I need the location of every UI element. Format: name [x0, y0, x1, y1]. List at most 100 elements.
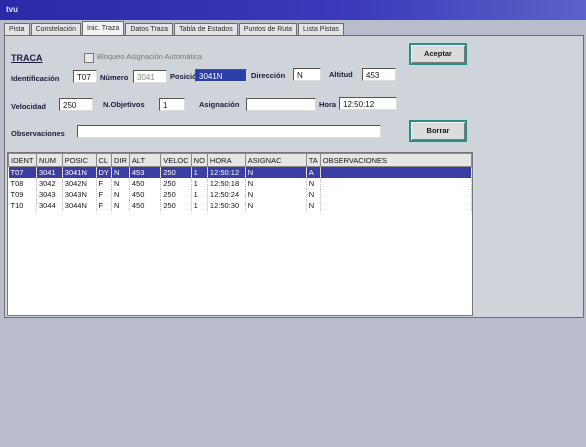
tab-pista[interactable]: Pista — [4, 23, 30, 35]
cell — [320, 200, 473, 211]
col-dir[interactable]: DIR — [110, 153, 130, 167]
col-no[interactable]: NO — [190, 153, 208, 167]
cell: 12:50:18 — [207, 178, 246, 189]
identificacion-label: Identificación — [11, 74, 60, 83]
cell — [320, 166, 473, 178]
table-row-selected[interactable]: T07 3041 3041N DY N 453 250 1 12:50:12 N… — [8, 166, 473, 178]
cell: N — [111, 189, 130, 200]
cell: 3042 — [36, 178, 63, 189]
cell: 1 — [191, 166, 208, 178]
velocidad-field[interactable]: 250 — [59, 98, 93, 111]
altitud-label: Altitud — [329, 70, 353, 79]
cell: A — [306, 166, 321, 178]
cell: 250 — [160, 189, 192, 200]
cell: N — [306, 200, 321, 211]
cell: T08 — [8, 178, 37, 189]
cell: 250 — [160, 166, 192, 178]
observaciones-label: Observaciones — [11, 129, 65, 138]
cell: T10 — [8, 200, 37, 211]
col-alt[interactable]: ALT — [128, 153, 162, 167]
cell: 453 — [129, 166, 162, 178]
cell: N — [245, 189, 307, 200]
cell: T09 — [8, 189, 37, 200]
col-num[interactable]: NUM — [35, 153, 63, 167]
cell: 12:50:30 — [207, 200, 246, 211]
velocidad-label: Velocidad — [11, 102, 47, 111]
tab-constelacion[interactable]: Constelación — [30, 23, 82, 35]
tab-tabla-estados[interactable]: Tabla de Estados — [174, 23, 238, 35]
cell: N — [306, 178, 321, 189]
nobjetivos-field[interactable]: 1 — [159, 98, 185, 111]
cell: T07 — [8, 166, 37, 178]
cell: N — [245, 166, 307, 178]
cell: 3042N — [62, 178, 97, 189]
cell: N — [111, 166, 130, 178]
cell: 12:50:24 — [207, 189, 246, 200]
asignacion-label: Asignación — [199, 100, 240, 109]
aceptar-button[interactable]: Aceptar — [409, 43, 467, 65]
cell: DY — [96, 166, 112, 178]
col-hora[interactable]: HORA — [206, 153, 246, 167]
cell: F — [96, 189, 112, 200]
cell: F — [96, 200, 112, 211]
observaciones-field[interactable] — [77, 125, 381, 138]
cell: 12:50:12 — [207, 166, 246, 178]
cell: 250 — [160, 178, 192, 189]
cell: 3041 — [36, 166, 63, 178]
table-row[interactable]: T10 3044 3044N F N 450 250 1 12:50:30 N … — [8, 200, 473, 211]
tab-datos-traza[interactable]: Datos Traza — [125, 23, 174, 35]
direccion-label: Dirección — [251, 71, 286, 80]
track-id-label: TRACA — [11, 53, 43, 63]
table-header-row: IDENT NUM POSIC CL DIR ALT VELOC NO HORA… — [8, 153, 473, 167]
tab-bar: Pista Constelación Inic. Traza Datos Tra… — [4, 21, 582, 35]
numero-field[interactable]: 3041 — [133, 70, 167, 83]
cell: 250 — [160, 200, 192, 211]
altitud-field[interactable]: 453 — [362, 68, 396, 81]
window-title: tvu — [6, 5, 18, 14]
cell: N — [306, 189, 321, 200]
auto-assign-checkbox[interactable] — [84, 53, 94, 63]
cell: 1 — [191, 200, 208, 211]
direccion-field[interactable]: N — [293, 68, 321, 81]
hora-field[interactable]: 12:50:12 — [339, 97, 397, 110]
identificacion-field[interactable]: T07 — [73, 70, 97, 83]
cell: N — [245, 200, 307, 211]
col-veloc[interactable]: VELOC — [160, 153, 192, 167]
posicion-field[interactable]: 3041N — [195, 69, 247, 82]
cell: 1 — [191, 178, 208, 189]
cell: 1 — [191, 189, 208, 200]
tab-inic-traza[interactable]: Inic. Traza — [82, 21, 125, 35]
col-asignac[interactable]: ASIGNAC — [244, 153, 307, 167]
cell: 3044 — [36, 200, 63, 211]
cell: 3043N — [62, 189, 97, 200]
hora-label: Hora — [319, 100, 337, 109]
asignacion-field[interactable] — [246, 98, 316, 111]
table-row[interactable]: T08 3042 3042N F N 450 250 1 12:50:18 N … — [8, 178, 473, 189]
table-row[interactable]: T09 3043 3043N F N 450 250 1 12:50:24 N … — [8, 189, 473, 200]
main-panel: TRACA Bloqueo Asignación Automática Acep… — [4, 35, 584, 318]
col-observaciones[interactable]: OBSERVACIONES — [319, 153, 473, 167]
tracks-grid: IDENT NUM POSIC CL DIR ALT VELOC NO HORA… — [8, 153, 473, 211]
cell: N — [245, 178, 307, 189]
cell: F — [96, 178, 112, 189]
col-ident[interactable]: IDENT — [8, 153, 37, 167]
col-posic[interactable]: POSIC — [61, 153, 97, 167]
cell: 3044N — [62, 200, 97, 211]
cell — [320, 178, 473, 189]
borrar-button[interactable]: Borrar — [409, 120, 467, 142]
tab-puntos-ruta[interactable]: Puntos de Ruta — [238, 23, 298, 35]
cell: 3041N — [62, 166, 97, 178]
cell: 450 — [129, 178, 162, 189]
auto-assign-label: Bloqueo Asignación Automática — [97, 52, 203, 61]
col-ta[interactable]: TA — [305, 153, 321, 167]
tab-lista-pistas[interactable]: Lista Pistas — [298, 23, 344, 35]
window-titlebar: tvu — [0, 0, 586, 20]
nobjetivos-label: N.Objetivos — [103, 100, 145, 109]
tracks-table: IDENT NUM POSIC CL DIR ALT VELOC NO HORA… — [7, 152, 473, 316]
cell: 450 — [129, 200, 162, 211]
col-cl[interactable]: CL — [95, 153, 112, 167]
cell: N — [111, 178, 130, 189]
cell — [320, 189, 473, 200]
cell: 450 — [129, 189, 162, 200]
cell: 3043 — [36, 189, 63, 200]
